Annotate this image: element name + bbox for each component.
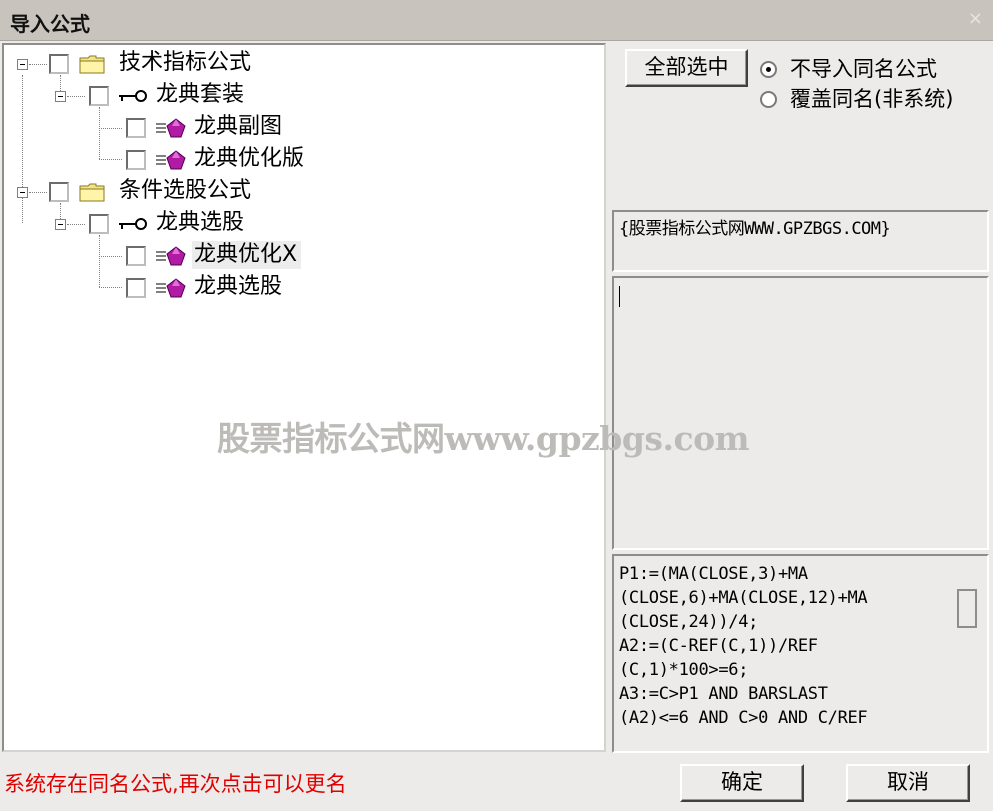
formula-gem-icon — [156, 150, 186, 170]
formula-code-box[interactable]: P1:=(MA(CLOSE,3)+MA (CLOSE,6)+MA(CLOSE,1… — [612, 554, 989, 753]
tree-node-technical-formulas[interactable]: 技术指标公式 — [4, 50, 304, 80]
watermark: 股票指标公式网www.gpzbgs.com — [217, 419, 750, 458]
tree-node-formula-selected[interactable]: 龙典优化X — [4, 241, 344, 272]
tree-node-longdian-picking[interactable]: 龙典选股 — [4, 210, 304, 240]
radio-no-import-duplicates[interactable] — [760, 61, 777, 78]
tree-node-longdian-suite[interactable]: 龙典套装 — [4, 82, 304, 112]
formula-gem-icon — [156, 246, 186, 266]
node-checkbox[interactable] — [49, 182, 69, 202]
formula-gem-icon — [156, 278, 186, 298]
scrollbar-thumb[interactable] — [957, 589, 977, 628]
source-info-box: {股票指标公式网WWW.GPZBGS.COM} — [612, 210, 989, 272]
formula-code-text: P1:=(MA(CLOSE,3)+MA (CLOSE,6)+MA(CLOSE,1… — [619, 564, 868, 728]
radio-overwrite-duplicates[interactable] — [760, 91, 777, 108]
radio-overwrite-label[interactable]: 覆盖同名(非系统) — [790, 86, 953, 112]
folder-icon — [79, 183, 105, 202]
close-icon[interactable]: × — [968, 8, 983, 29]
node-checkbox[interactable] — [126, 150, 146, 170]
tree-node-formula[interactable]: 龙典优化版 — [4, 146, 344, 176]
tree-node-label: 龙典选股 — [194, 274, 283, 299]
tree-node-formula[interactable]: 龙典副图 — [4, 114, 324, 144]
node-checkbox[interactable] — [126, 278, 146, 298]
folder-icon — [79, 55, 105, 74]
formula-tree[interactable]: 技术指标公式 龙典套装 龙典副图 龙典优化版 条件选股公式 龙典选股 龙典优化X… — [2, 43, 606, 752]
tree-node-label: 龙典副图 — [194, 114, 283, 139]
node-checkbox[interactable] — [126, 246, 146, 266]
source-info-text: {股票指标公式网WWW.GPZBGS.COM} — [619, 219, 891, 239]
key-icon — [119, 90, 147, 102]
window-title: 导入公式 — [10, 12, 90, 36]
collapse-toggle[interactable] — [17, 59, 28, 70]
status-message: 系统存在同名公式,再次点击可以更名 — [4, 772, 347, 796]
ok-button[interactable]: 确定 — [680, 764, 804, 802]
node-checkbox[interactable] — [89, 214, 109, 234]
collapse-toggle[interactable] — [55, 91, 66, 102]
node-checkbox[interactable] — [49, 54, 69, 74]
node-checkbox[interactable] — [89, 86, 109, 106]
collapse-toggle[interactable] — [17, 187, 28, 198]
text-caret — [619, 286, 620, 307]
tree-node-label: 龙典优化版 — [194, 146, 305, 171]
title-bar: 导入公式 × — [0, 0, 993, 41]
tree-node-formula[interactable]: 龙典选股 — [4, 274, 324, 304]
collapse-toggle[interactable] — [55, 219, 66, 230]
tree-node-label: 技术指标公式 — [119, 50, 252, 75]
key-icon — [119, 218, 147, 230]
tree-node-label: 龙典选股 — [156, 210, 245, 235]
tree-node-label: 龙典套装 — [156, 82, 245, 107]
radio-no-import-label[interactable]: 不导入同名公式 — [790, 56, 937, 82]
select-all-button[interactable]: 全部选中 — [625, 49, 748, 87]
node-checkbox[interactable] — [126, 118, 146, 138]
tree-node-label: 龙典优化X — [192, 241, 302, 269]
tree-node-label: 条件选股公式 — [119, 178, 252, 203]
tree-node-stock-picking-formulas[interactable]: 条件选股公式 — [4, 178, 304, 208]
formula-gem-icon — [156, 118, 186, 138]
cancel-button[interactable]: 取消 — [846, 764, 970, 802]
